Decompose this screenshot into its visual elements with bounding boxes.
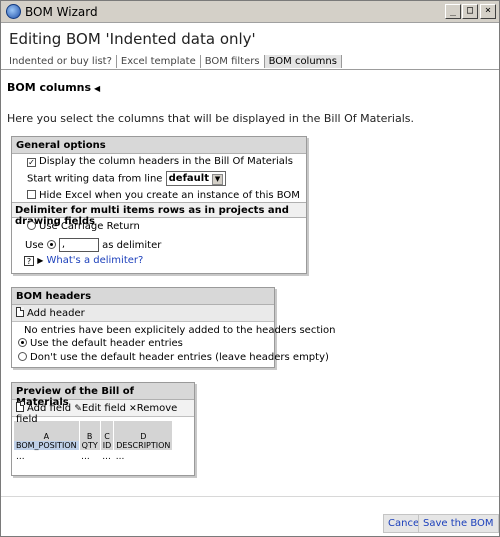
preview-value-row: ... ... ... ... bbox=[14, 450, 173, 462]
use-label: Use bbox=[25, 240, 44, 251]
help-row: ? ▶ What's a delimiter? bbox=[12, 254, 306, 268]
add-header-label: Add header bbox=[27, 308, 85, 319]
app-icon bbox=[6, 4, 21, 19]
save-bom-button[interactable]: Save the BOM bbox=[418, 514, 499, 533]
add-header-button[interactable]: Add header bbox=[16, 307, 85, 319]
custom-delimiter-radio[interactable] bbox=[46, 240, 56, 249]
close-button[interactable]: × bbox=[480, 4, 496, 19]
delimiter-title: Delimiter for multi items rows as in pro… bbox=[12, 202, 306, 227]
minimize-button[interactable]: _ bbox=[445, 4, 461, 19]
use-default-label: Use the default header entries bbox=[30, 338, 183, 349]
preview-title: Preview of the Bill of Materials bbox=[12, 383, 194, 408]
title-bar[interactable]: BOM Wizard _ □ × bbox=[1, 1, 499, 23]
field-id[interactable]: ID bbox=[100, 441, 115, 450]
hide-excel-checkbox[interactable] bbox=[27, 190, 36, 199]
document-icon bbox=[16, 307, 24, 317]
footer-divider bbox=[1, 496, 499, 497]
as-delimiter-label: as delimiter bbox=[102, 240, 162, 251]
display-headers-row[interactable]: ✓ Display the column headers in the Bill … bbox=[12, 154, 306, 168]
intro-text: Here you select the columns that will be… bbox=[7, 112, 415, 125]
start-line-select[interactable]: default ▼ bbox=[165, 171, 227, 186]
preview-toolbar: Add field ✎Edit field ✕Remove field bbox=[12, 400, 194, 425]
add-field-button[interactable]: Add field bbox=[16, 402, 72, 414]
column-header-b[interactable]: B bbox=[79, 421, 101, 441]
x-icon: ✕ bbox=[129, 404, 137, 414]
bom-wizard-window: BOM Wizard _ □ × Editing BOM 'Indented d… bbox=[0, 0, 500, 537]
field-qty[interactable]: QTY bbox=[79, 441, 101, 450]
edit-field-button[interactable]: ✎Edit field bbox=[74, 403, 126, 414]
pencil-icon: ✎ bbox=[74, 404, 82, 414]
window-title: BOM Wizard bbox=[25, 5, 98, 19]
dont-use-default-row[interactable]: Don't use the default header entries (le… bbox=[12, 351, 329, 365]
start-line-label: Start writing data from line bbox=[27, 173, 163, 185]
preview-table: A B C D BOM_POSITION QTY ID DESCRIPTION … bbox=[14, 421, 174, 462]
tab-bom-filters[interactable]: BOM filters bbox=[201, 55, 265, 68]
carriage-return-row[interactable]: Use Carriage Return bbox=[12, 218, 306, 235]
value-a: ... bbox=[16, 452, 25, 462]
dont-use-default-label: Don't use the default header entries (le… bbox=[30, 352, 329, 363]
bom-headers-title: BOM headers bbox=[12, 288, 274, 305]
general-options-panel: General options ✓ Display the column head… bbox=[11, 136, 307, 274]
column-header-c[interactable]: C bbox=[100, 421, 115, 441]
preview-panel: Preview of the Bill of Materials Add fie… bbox=[11, 382, 195, 476]
field-bom-position[interactable]: BOM_POSITION bbox=[14, 441, 80, 450]
section-title-label: BOM columns bbox=[7, 81, 92, 94]
value-c: ... bbox=[102, 452, 111, 462]
maximize-button[interactable]: □ bbox=[462, 4, 478, 19]
no-entries-text: No entries have been explicitely added t… bbox=[24, 325, 336, 336]
triangle-right-icon: ▶ bbox=[37, 256, 44, 265]
tab-excel-template[interactable]: Excel template bbox=[117, 55, 201, 68]
carriage-return-label: Use Carriage Return bbox=[39, 221, 140, 232]
tab-bar: Indented or buy list? Excel template BOM f… bbox=[5, 54, 491, 70]
dont-use-default-radio[interactable] bbox=[18, 352, 27, 361]
help-icon[interactable]: ? bbox=[24, 256, 34, 266]
document-icon bbox=[16, 402, 24, 412]
hide-excel-row[interactable]: Hide Excel when you create an instance o… bbox=[12, 188, 306, 202]
tab-indented-or-buy[interactable]: Indented or buy list? bbox=[5, 55, 117, 68]
field-description[interactable]: DESCRIPTION bbox=[113, 441, 174, 450]
edit-field-label: Edit field bbox=[81, 403, 126, 414]
carriage-return-radio[interactable] bbox=[27, 221, 36, 230]
tab-bom-columns[interactable]: BOM columns bbox=[264, 55, 342, 68]
bom-headers-panel: BOM headers Add header No entries have b… bbox=[11, 287, 336, 368]
use-default-radio[interactable] bbox=[18, 338, 27, 347]
preview-letter-row: A B C D bbox=[14, 421, 174, 441]
general-options-title: General options bbox=[12, 137, 306, 154]
bom-headers-toolbar: Add header bbox=[12, 305, 274, 322]
page-title: Editing BOM 'Indented data only' bbox=[9, 30, 256, 48]
start-line-value: default bbox=[168, 173, 210, 184]
value-b: ... bbox=[81, 452, 90, 462]
section-title[interactable]: BOM columns ◀ bbox=[7, 81, 100, 94]
display-headers-label: Display the column headers in the Bill O… bbox=[39, 156, 293, 167]
start-line-row: Start writing data from line default ▼ bbox=[12, 168, 306, 188]
use-default-row[interactable]: Use the default header entries bbox=[12, 337, 274, 351]
chevron-down-icon[interactable]: ▼ bbox=[212, 174, 224, 185]
column-header-d[interactable]: D bbox=[113, 421, 174, 441]
value-d: ... bbox=[115, 452, 125, 462]
display-headers-checkbox[interactable]: ✓ bbox=[27, 158, 36, 167]
whats-a-delimiter-link[interactable]: What's a delimiter? bbox=[47, 255, 144, 266]
custom-delimiter-row: Use , as delimiter bbox=[12, 235, 306, 254]
preview-field-row: BOM_POSITION QTY ID DESCRIPTION bbox=[14, 441, 174, 450]
add-field-label: Add field bbox=[27, 403, 72, 414]
collapse-caret-icon[interactable]: ◀ bbox=[94, 84, 100, 93]
delimiter-input[interactable]: , bbox=[58, 238, 99, 252]
hide-excel-label: Hide Excel when you create an instance o… bbox=[39, 190, 300, 201]
tab-divider bbox=[1, 69, 499, 70]
